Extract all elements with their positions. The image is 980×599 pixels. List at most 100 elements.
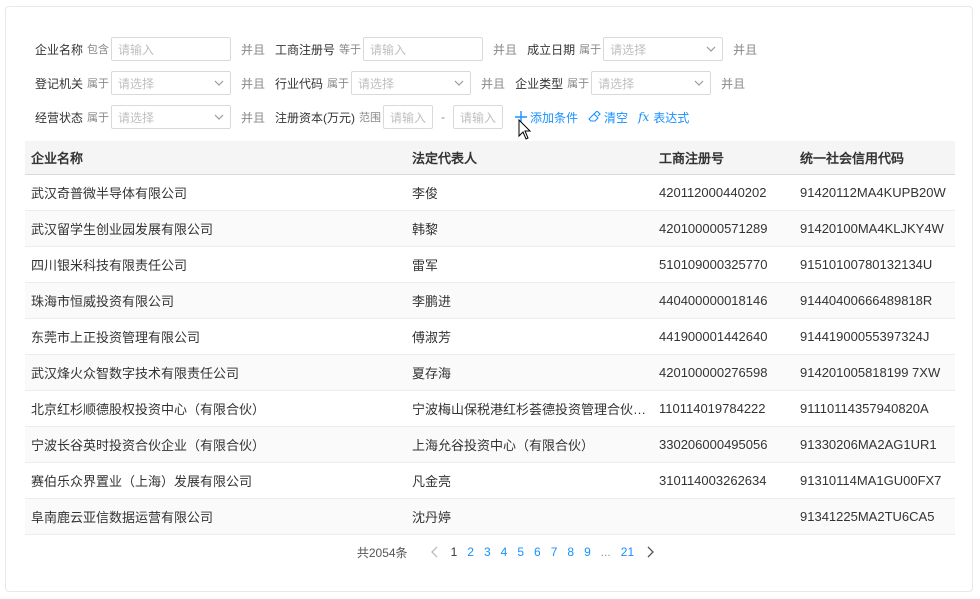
and-connector[interactable]: 并且: [493, 41, 517, 58]
and-connector[interactable]: 并且: [721, 75, 745, 92]
table-row[interactable]: 宁波长谷英时投资合伙企业（有限合伙） 上海允谷投资中心（有限合伙） 33020600…: [25, 427, 955, 463]
filter-label-company-name: 企业名称: [35, 42, 84, 57]
cell-legal-rep: 李俊: [412, 186, 439, 201]
table-row[interactable]: 武汉奇普微半导体有限公司 李俊 420112000440202 91420112MA4…: [25, 175, 955, 211]
biz-status-placeholder: 请选择: [118, 110, 155, 125]
est-date-select[interactable]: 请选择: [603, 37, 724, 61]
table-row[interactable]: 武汉烽火众智数字技术有限责任公司 夏存海 420100000276598 914201…: [25, 355, 955, 391]
industry-code-select[interactable]: 请选择: [351, 71, 472, 95]
filter-op-industry-code[interactable]: 属于: [327, 75, 349, 91]
page-number[interactable]: 3: [479, 545, 496, 559]
table-row[interactable]: 四川银米科技有限责任公司 雷军 510109000325770 91510100780…: [25, 247, 955, 283]
reg-capital-max-placeholder: 请输入: [460, 110, 497, 125]
chevron-down-icon: [694, 78, 704, 88]
company-search-panel: 企业名称 包含 请输入 并且 工商注册号 等于 请输入 并且 成立日期 属于 请…: [5, 6, 973, 592]
cell-legal-rep: 沈丹婷: [412, 510, 452, 525]
chevron-down-icon: [706, 44, 716, 54]
page-number[interactable]: 4: [496, 545, 513, 559]
filter-op-reg-authority[interactable]: 属于: [87, 75, 109, 91]
filter-row-2: 登记机关 属于 请选择 并且 行业代码 属于 请选择 并且 企业类型 属于 请选…: [35, 70, 755, 96]
prev-page-button[interactable]: [428, 545, 442, 559]
table-row[interactable]: 珠海市恒威投资有限公司 李鹏进 440400000018146 91440400666…: [25, 283, 955, 319]
range-dash: -: [441, 110, 446, 124]
cell-reg-no: 330206000495056: [659, 437, 768, 452]
pagination-ellipsis[interactable]: ...: [596, 545, 616, 559]
cell-credit-code: 91341225MA2TU6CA5: [800, 509, 935, 524]
and-connector[interactable]: 并且: [241, 109, 265, 126]
pagination: 共2054条 123456789 ... 21: [6, 540, 972, 564]
table-body: 武汉奇普微半导体有限公司 李俊 420112000440202 91420112MA4…: [25, 175, 955, 535]
cell-credit-code: 91420112MA4KUPB20W: [800, 185, 946, 200]
page-list: 123456789: [446, 545, 596, 559]
filter-op-est-date[interactable]: 属于: [579, 41, 601, 57]
cell-company-name: 珠海市恒威投资有限公司: [31, 294, 175, 309]
cell-credit-code: 914201005818199 7XW: [800, 365, 941, 380]
company-name-input[interactable]: 请输入: [111, 37, 232, 61]
cell-legal-rep: 凡金亮: [412, 474, 452, 489]
and-connector[interactable]: 并且: [733, 41, 757, 58]
filter-op-company-type[interactable]: 属于: [567, 75, 589, 91]
company-name-placeholder: 请输入: [118, 42, 155, 57]
filter-label-company-type: 企业类型: [515, 76, 564, 91]
filter-row-3: 经营状态 属于 请选择 并且 注册资本(万元) 范围 请输入 - 请输入 添加条…: [35, 104, 689, 130]
and-connector[interactable]: 并且: [481, 75, 505, 92]
cell-company-name: 北京红杉顺德股权投资中心（有限合伙）: [31, 402, 266, 417]
and-connector[interactable]: 并且: [241, 75, 265, 92]
page-number[interactable]: 1: [446, 545, 463, 559]
cell-company-name: 武汉留学生创业园发展有限公司: [31, 222, 214, 237]
filter-op-company-name[interactable]: 包含: [87, 41, 109, 57]
est-date-placeholder: 请选择: [610, 42, 647, 57]
column-header-credit-code[interactable]: 统一社会信用代码: [794, 148, 955, 167]
table-row[interactable]: 阜南鹿云亚信数据运营有限公司 沈丹婷 91341225MA2TU6CA5: [25, 499, 955, 535]
filter-label-est-date: 成立日期: [527, 42, 576, 57]
mouse-cursor-icon: [518, 118, 532, 141]
expression-button[interactable]: fx 表达式: [638, 109, 689, 126]
cell-company-name: 武汉奇普微半导体有限公司: [31, 186, 188, 201]
reg-capital-max-input[interactable]: 请输入: [453, 105, 504, 129]
cell-company-name: 宁波长谷英时投资合伙企业（有限合伙）: [31, 438, 266, 453]
chevron-down-icon: [214, 112, 224, 122]
page-number[interactable]: 6: [529, 545, 546, 559]
page-number[interactable]: 5: [512, 545, 529, 559]
table-row[interactable]: 北京红杉顺德股权投资中心（有限合伙） 宁波梅山保税港红杉荟德投资管理合伙企业（有限…: [25, 391, 955, 427]
column-header-company-name[interactable]: 企业名称: [25, 148, 406, 167]
cell-legal-rep: 雷军: [412, 258, 439, 273]
add-condition-label: 添加条件: [530, 110, 579, 125]
filter-label-industry-code: 行业代码: [275, 76, 324, 91]
page-number[interactable]: 7: [546, 545, 563, 559]
biz-status-select[interactable]: 请选择: [111, 105, 232, 129]
cell-legal-rep: 夏存海: [412, 366, 452, 381]
table-row[interactable]: 东莞市上正投资管理有限公司 傅淑芳 441900001442640 914419000…: [25, 319, 955, 355]
industry-code-placeholder: 请选择: [358, 76, 395, 91]
chevron-down-icon: [454, 78, 464, 88]
cell-reg-no: 310114003262634: [659, 473, 767, 488]
cell-reg-no: 420112000440202: [659, 185, 767, 200]
page-number[interactable]: 9: [579, 545, 596, 559]
page-number[interactable]: 8: [562, 545, 579, 559]
filter-label-reg-authority: 登记机关: [35, 76, 84, 91]
filter-op-biz-status[interactable]: 属于: [87, 109, 109, 125]
next-page-button[interactable]: [643, 545, 657, 559]
clear-button[interactable]: 清空: [588, 109, 628, 126]
cell-company-name: 赛伯乐众界置业（上海）发展有限公司: [31, 474, 253, 489]
column-header-reg-no[interactable]: 工商注册号: [653, 148, 794, 167]
table-header: 企业名称 法定代表人 工商注册号 统一社会信用代码: [25, 141, 955, 175]
reg-no-input[interactable]: 请输入: [363, 37, 484, 61]
clear-label: 清空: [604, 110, 629, 125]
cell-reg-no: 440400000018146: [659, 293, 768, 308]
page-number[interactable]: 2: [462, 545, 479, 559]
page-last[interactable]: 21: [616, 545, 639, 559]
table-row[interactable]: 赛伯乐众界置业（上海）发展有限公司 凡金亮 310114003262634 91310…: [25, 463, 955, 499]
filter-op-reg-capital[interactable]: 范围: [359, 109, 381, 125]
reg-capital-min-input[interactable]: 请输入: [383, 105, 434, 129]
filter-op-reg-no[interactable]: 等于: [339, 41, 361, 57]
cell-credit-code: 91441900055397324J: [800, 329, 930, 344]
table-row[interactable]: 武汉留学生创业园发展有限公司 韩黎 420100000571289 91420100M…: [25, 211, 955, 247]
cell-reg-no: 510109000325770: [659, 257, 768, 272]
cell-reg-no: 420100000571289: [659, 221, 768, 236]
company-type-select[interactable]: 请选择: [591, 71, 712, 95]
column-header-legal-rep[interactable]: 法定代表人: [406, 148, 653, 167]
and-connector[interactable]: 并且: [241, 41, 265, 58]
reg-authority-select[interactable]: 请选择: [111, 71, 232, 95]
reg-no-placeholder: 请输入: [370, 42, 407, 57]
